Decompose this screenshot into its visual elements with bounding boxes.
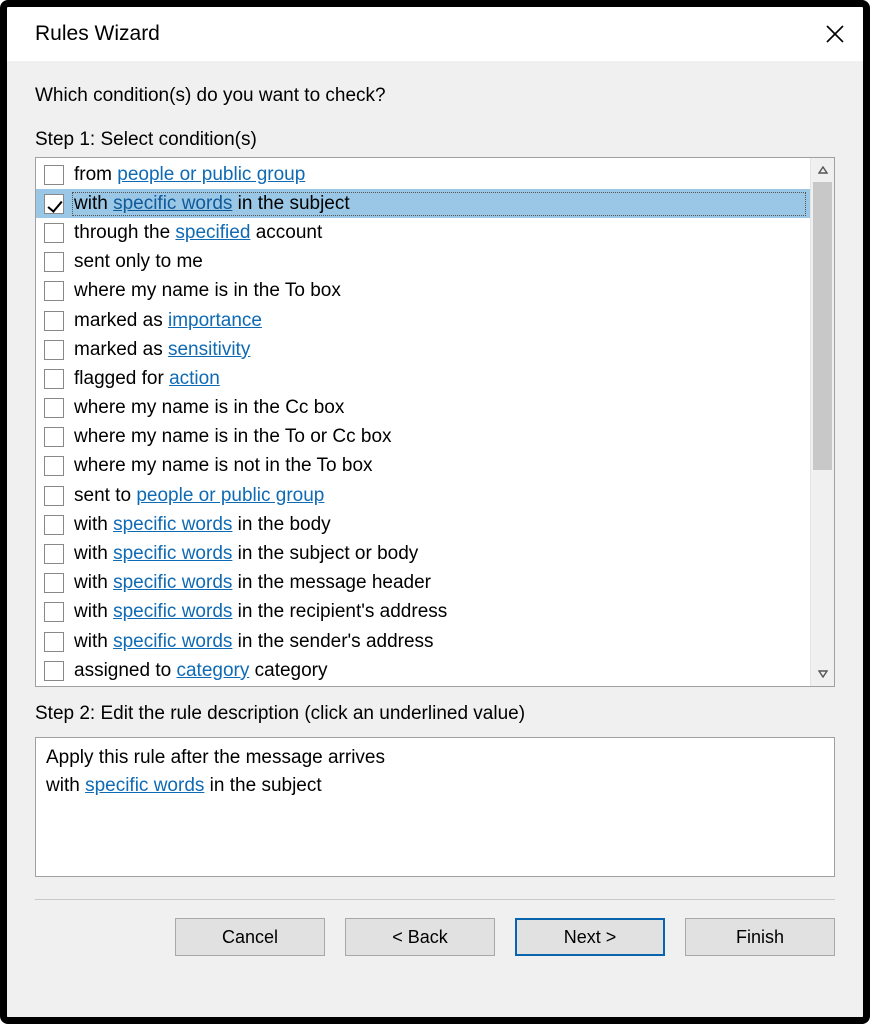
condition-row[interactable]: marked as sensitivity <box>36 335 810 364</box>
condition-checkbox[interactable] <box>44 194 64 214</box>
separator <box>35 899 835 900</box>
condition-checkbox[interactable] <box>44 369 64 389</box>
condition-checkbox[interactable] <box>44 602 64 622</box>
condition-text[interactable]: where my name is not in the To box <box>72 454 806 478</box>
condition-text[interactable]: flagged for action <box>72 367 806 391</box>
wizard-prompt: Which condition(s) do you want to check? <box>35 85 835 107</box>
condition-link[interactable]: specified <box>175 222 250 243</box>
cancel-button[interactable]: Cancel <box>175 918 325 956</box>
condition-row[interactable]: sent only to me <box>36 248 810 277</box>
condition-checkbox[interactable] <box>44 515 64 535</box>
condition-link[interactable]: specific words <box>113 543 232 564</box>
condition-row[interactable]: through the specified account <box>36 218 810 247</box>
condition-link[interactable]: sensitivity <box>168 339 250 360</box>
condition-checkbox[interactable] <box>44 456 64 476</box>
scroll-up-icon[interactable] <box>811 158 834 182</box>
condition-row[interactable]: from people or public group <box>36 160 810 189</box>
scroll-thumb[interactable] <box>813 182 832 470</box>
condition-row[interactable]: where my name is in the Cc box <box>36 394 810 423</box>
condition-text[interactable]: with specific words in the recipient's a… <box>72 600 806 624</box>
condition-checkbox[interactable] <box>44 661 64 681</box>
condition-text[interactable]: with specific words in the subject <box>72 192 806 216</box>
condition-checkbox[interactable] <box>44 398 64 418</box>
dialog-body: Which condition(s) do you want to check?… <box>7 61 863 1017</box>
button-row: Cancel < Back Next > Finish <box>35 918 835 978</box>
scrollbar[interactable] <box>810 158 834 686</box>
condition-link[interactable]: specific words <box>113 601 232 622</box>
condition-checkbox[interactable] <box>44 486 64 506</box>
condition-row[interactable]: flagged for action <box>36 364 810 393</box>
condition-row[interactable]: with specific words in the recipient's a… <box>36 598 810 627</box>
condition-text[interactable]: marked as sensitivity <box>72 338 806 362</box>
condition-row[interactable]: where my name is in the To box <box>36 277 810 306</box>
condition-text[interactable]: from people or public group <box>72 163 806 187</box>
condition-row[interactable]: with specific words in the subject <box>36 189 810 218</box>
condition-text[interactable]: with specific words in the body <box>72 513 806 537</box>
condition-checkbox[interactable] <box>44 573 64 593</box>
condition-text[interactable]: sent to people or public group <box>72 484 806 508</box>
condition-link[interactable]: action <box>169 368 220 389</box>
condition-text[interactable]: sent only to me <box>72 250 806 274</box>
dialog-window: Rules Wizard Which condition(s) do you w… <box>0 0 870 1024</box>
next-button[interactable]: Next > <box>515 918 665 956</box>
conditions-list-container: from people or public group with specific… <box>35 157 835 687</box>
scroll-down-icon[interactable] <box>811 662 834 686</box>
condition-link[interactable]: specific words <box>113 514 232 535</box>
condition-checkbox[interactable] <box>44 223 64 243</box>
condition-checkbox[interactable] <box>44 281 64 301</box>
condition-checkbox[interactable] <box>44 340 64 360</box>
step2-label: Step 2: Edit the rule description (click… <box>35 703 835 725</box>
condition-row[interactable]: where my name is in the To or Cc box <box>36 423 810 452</box>
condition-row[interactable]: sent to people or public group <box>36 481 810 510</box>
condition-link[interactable]: importance <box>168 310 262 331</box>
description-line: Apply this rule after the message arrive… <box>46 744 824 772</box>
condition-checkbox[interactable] <box>44 252 64 272</box>
condition-text[interactable]: where my name is in the Cc box <box>72 396 806 420</box>
description-line: with specific words in the subject <box>46 772 824 800</box>
step1-label: Step 1: Select condition(s) <box>35 129 835 151</box>
condition-link[interactable]: specific words <box>113 193 232 214</box>
condition-text[interactable]: with specific words in the message heade… <box>72 571 806 595</box>
condition-row[interactable]: assigned to category category <box>36 656 810 685</box>
title-bar: Rules Wizard <box>7 7 863 61</box>
condition-link[interactable]: category <box>176 660 249 681</box>
condition-link[interactable]: specific words <box>113 572 232 593</box>
condition-checkbox[interactable] <box>44 632 64 652</box>
condition-text[interactable]: through the specified account <box>72 221 806 245</box>
condition-row[interactable]: where my name is not in the To box <box>36 452 810 481</box>
condition-text[interactable]: with specific words in the sender's addr… <box>72 630 806 654</box>
condition-link[interactable]: people or public group <box>117 164 305 185</box>
condition-text[interactable]: where my name is in the To or Cc box <box>72 425 806 449</box>
condition-checkbox[interactable] <box>44 311 64 331</box>
condition-link[interactable]: people or public group <box>136 485 324 506</box>
condition-link[interactable]: specific words <box>113 631 232 652</box>
condition-checkbox[interactable] <box>44 427 64 447</box>
description-link[interactable]: specific words <box>85 775 204 796</box>
conditions-list[interactable]: from people or public group with specific… <box>36 158 810 686</box>
condition-checkbox[interactable] <box>44 165 64 185</box>
condition-checkbox[interactable] <box>44 544 64 564</box>
condition-row[interactable]: with specific words in the sender's addr… <box>36 627 810 656</box>
condition-row[interactable]: with specific words in the body <box>36 510 810 539</box>
scroll-track[interactable] <box>811 182 834 662</box>
back-button[interactable]: < Back <box>345 918 495 956</box>
close-button[interactable] <box>825 24 845 44</box>
condition-row[interactable]: with specific words in the subject or bo… <box>36 539 810 568</box>
condition-text[interactable]: where my name is in the To box <box>72 279 806 303</box>
condition-text[interactable]: assigned to category category <box>72 659 806 683</box>
window-title: Rules Wizard <box>35 22 160 46</box>
condition-row[interactable]: marked as importance <box>36 306 810 335</box>
condition-text[interactable]: with specific words in the subject or bo… <box>72 542 806 566</box>
condition-row[interactable]: with specific words in the message heade… <box>36 569 810 598</box>
rule-description-box: Apply this rule after the message arrive… <box>35 737 835 877</box>
condition-text[interactable]: marked as importance <box>72 309 806 333</box>
finish-button[interactable]: Finish <box>685 918 835 956</box>
